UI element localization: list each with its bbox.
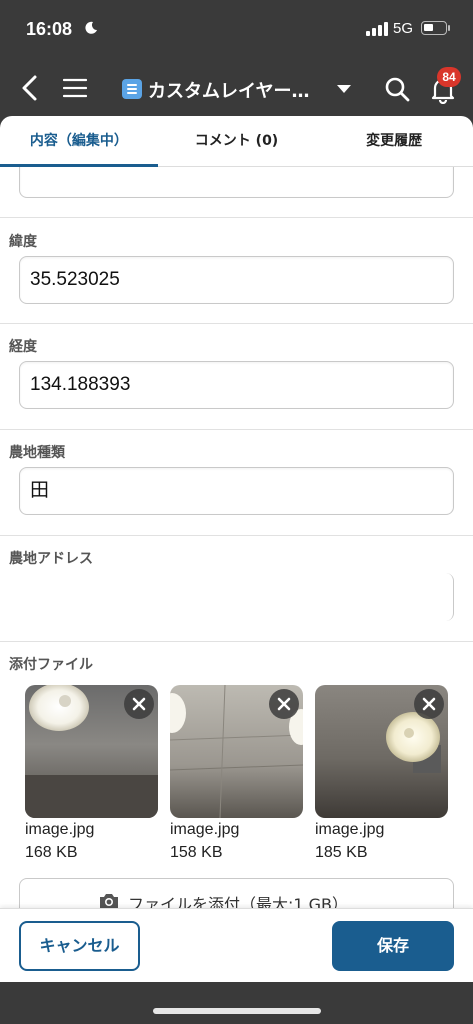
farm-address-label: 農地アドレス [9, 551, 93, 567]
attach-file-button[interactable]: ファイルを添付（最大:1 GB） [19, 878, 454, 908]
tab-history[interactable]: 変更履歴 [315, 116, 473, 166]
remove-attachment-button[interactable] [124, 689, 154, 719]
tab-content[interactable]: 内容（編集中） [0, 116, 158, 167]
longitude-label: 経度 [9, 339, 37, 355]
farm-type-input[interactable]: 田 [19, 467, 454, 515]
moon-icon [85, 21, 97, 34]
divider [0, 429, 473, 430]
network-label: 5G [393, 20, 414, 37]
farm-type-label: 農地種類 [9, 445, 65, 461]
menu-icon[interactable] [63, 78, 87, 98]
attach-file-label: ファイルを添付（最大:1 GB） [128, 895, 349, 908]
status-time: 16:08 [26, 19, 73, 39]
cancel-button[interactable]: キャンセル [19, 921, 140, 971]
farm-address-input[interactable] [19, 573, 454, 621]
divider [0, 641, 473, 642]
signal-icon [366, 22, 388, 36]
remove-attachment-button[interactable] [414, 689, 444, 719]
edit-form: 緯度 35.523025 経度 134.188393 農地種類 田 農地アドレス… [0, 167, 473, 908]
file-name: image.jpg [315, 821, 385, 838]
file-size: 168 KB [25, 844, 78, 861]
divider [0, 217, 473, 218]
nav-title[interactable]: カスタムレイヤー… [148, 77, 309, 103]
attachments-label: 添付ファイル [9, 657, 93, 673]
close-icon [132, 697, 146, 711]
file-size: 158 KB [170, 844, 223, 861]
home-area [0, 982, 473, 1024]
tab-bar: 内容（編集中） コメント (0) 変更履歴 [0, 116, 473, 167]
battery-icon [421, 21, 447, 35]
status-bar: 16:08 5G [0, 0, 473, 58]
latitude-label: 緯度 [9, 234, 37, 250]
divider [0, 323, 473, 324]
divider [0, 535, 473, 536]
latitude-input[interactable]: 35.523025 [19, 256, 454, 304]
close-icon [422, 697, 436, 711]
back-icon[interactable] [18, 74, 42, 102]
tab-comments[interactable]: コメント (0) [158, 116, 316, 166]
longitude-input[interactable]: 134.188393 [19, 361, 454, 409]
chevron-down-icon[interactable] [337, 85, 351, 93]
previous-field-input[interactable] [19, 167, 454, 198]
nav-bar: カスタムレイヤー… [0, 58, 473, 118]
custom-layer-icon [122, 79, 142, 99]
notification-badge: 84 [437, 67, 461, 87]
file-name: image.jpg [170, 821, 240, 838]
footer-bar: キャンセル 保存 [0, 908, 473, 982]
file-size: 185 KB [315, 844, 368, 861]
camera-icon [100, 894, 118, 908]
close-icon [277, 697, 291, 711]
remove-attachment-button[interactable] [269, 689, 299, 719]
search-icon[interactable] [384, 76, 410, 102]
battery-tip [448, 25, 450, 31]
home-indicator[interactable] [153, 1008, 321, 1014]
save-button[interactable]: 保存 [332, 921, 454, 971]
file-name: image.jpg [25, 821, 95, 838]
